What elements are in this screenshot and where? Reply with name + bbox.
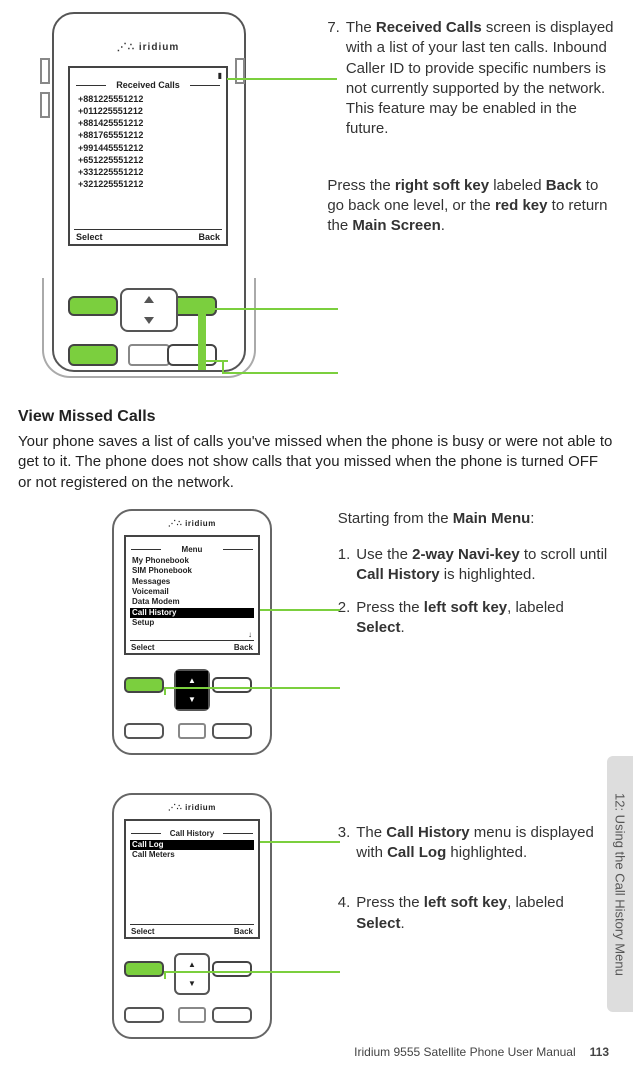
leader-line	[164, 971, 340, 973]
call-history-menu: Call Log Call Meters	[126, 838, 258, 861]
center-key[interactable]	[178, 723, 206, 739]
navi-key[interactable]	[174, 953, 210, 995]
green-key[interactable]	[124, 1007, 164, 1023]
menu-item: Messages	[132, 577, 252, 587]
softkey-left-label: Select	[131, 927, 155, 936]
red-key[interactable]	[212, 723, 252, 739]
leader-line	[164, 971, 166, 979]
list-item: +881425551212	[78, 117, 218, 129]
list-item: +881765551212	[78, 129, 218, 141]
phone-illustration-received-calls: ⋰∴ iridium ▮ Received Calls +88122555121…	[18, 18, 267, 378]
menu-item: My Phonebook	[132, 556, 252, 566]
phone-illustration-main-menu: ⋰∴ iridium Menu My Phonebook SIM Phonebo…	[98, 509, 278, 759]
list-item: +651225551212	[78, 154, 218, 166]
main-menu-list: My Phonebook SIM Phonebook Messages Voic…	[126, 554, 258, 629]
right-soft-key[interactable]	[212, 677, 252, 693]
left-soft-key[interactable]	[124, 961, 164, 977]
section-heading: View Missed Calls	[18, 408, 615, 426]
menu-item: Data Modem	[132, 597, 252, 607]
softkey-right-label: Back	[234, 643, 253, 652]
list-item: +991445551212	[78, 142, 218, 154]
navi-key[interactable]	[120, 288, 178, 332]
menu-item: Setup	[132, 618, 252, 628]
screen-title: Menu	[126, 545, 258, 554]
screen-title: Received Calls	[70, 80, 226, 90]
left-soft-key[interactable]	[68, 296, 118, 316]
menu-item: Voicemail	[132, 587, 252, 597]
received-calls-list: +881225551212 +011225551212 +88142555121…	[70, 90, 226, 190]
step-2: 2. Press the left soft key, labeled Sele…	[338, 598, 615, 639]
leader-line	[260, 841, 340, 843]
right-soft-key[interactable]	[212, 961, 252, 977]
left-soft-key[interactable]	[124, 677, 164, 693]
menu-item-highlighted: Call History	[130, 608, 254, 618]
brand-logo: ⋰∴ iridium	[116, 803, 268, 812]
screen-title: Call History	[126, 829, 258, 838]
leader-line	[260, 609, 340, 611]
step-4: 4. Press the left soft key, labeled Sele…	[338, 893, 615, 934]
list-item: +321225551212	[78, 178, 218, 190]
brand-logo: ⋰∴ iridium	[68, 42, 228, 53]
menu-item-highlighted: Call Log	[130, 840, 254, 850]
signal-icon: ▮	[218, 71, 222, 80]
green-key[interactable]	[68, 344, 118, 366]
leader-line	[198, 308, 338, 310]
navi-key[interactable]	[174, 669, 210, 711]
red-key[interactable]	[167, 344, 217, 366]
list-item: +881225551212	[78, 93, 218, 105]
leader-line	[164, 687, 166, 695]
section-paragraph: Your phone saves a list of calls you've …	[18, 432, 615, 493]
scroll-down-icon: ↓	[248, 630, 252, 639]
menu-item: Call Meters	[132, 850, 252, 860]
page-footer: Iridium 9555 Satellite Phone User Manual…	[0, 1045, 609, 1059]
softkey-right-label: Back	[198, 232, 220, 242]
softkey-left-label: Select	[131, 643, 155, 652]
intro-line: Starting from the Main Menu:	[338, 509, 615, 529]
leader-line	[206, 360, 228, 362]
brand-logo: ⋰∴ iridium	[116, 519, 268, 528]
step-7: 7. The Received Calls screen is displaye…	[327, 18, 615, 140]
leader-line	[198, 308, 206, 370]
back-instruction: Press the right soft key labeled Back to…	[327, 176, 615, 237]
leader-line	[227, 78, 337, 80]
center-key[interactable]	[128, 344, 170, 366]
chapter-tab: 12: Using the Call History Menu	[607, 756, 633, 1012]
leader-line	[164, 687, 340, 689]
list-item: +331225551212	[78, 166, 218, 178]
step-1: 1. Use the 2-way Navi-key to scroll unti…	[338, 545, 615, 586]
menu-item: SIM Phonebook	[132, 566, 252, 576]
list-item: +011225551212	[78, 105, 218, 117]
green-key[interactable]	[124, 723, 164, 739]
leader-line	[222, 360, 224, 372]
phone-illustration-call-history: ⋰∴ iridium Call History Call Log Call Me…	[98, 793, 278, 1043]
step-3: 3. The Call History menu is displayed wi…	[338, 823, 615, 864]
leader-line	[222, 372, 338, 374]
softkey-left-label: Select	[76, 232, 103, 242]
red-key[interactable]	[212, 1007, 252, 1023]
center-key[interactable]	[178, 1007, 206, 1023]
softkey-right-label: Back	[234, 927, 253, 936]
